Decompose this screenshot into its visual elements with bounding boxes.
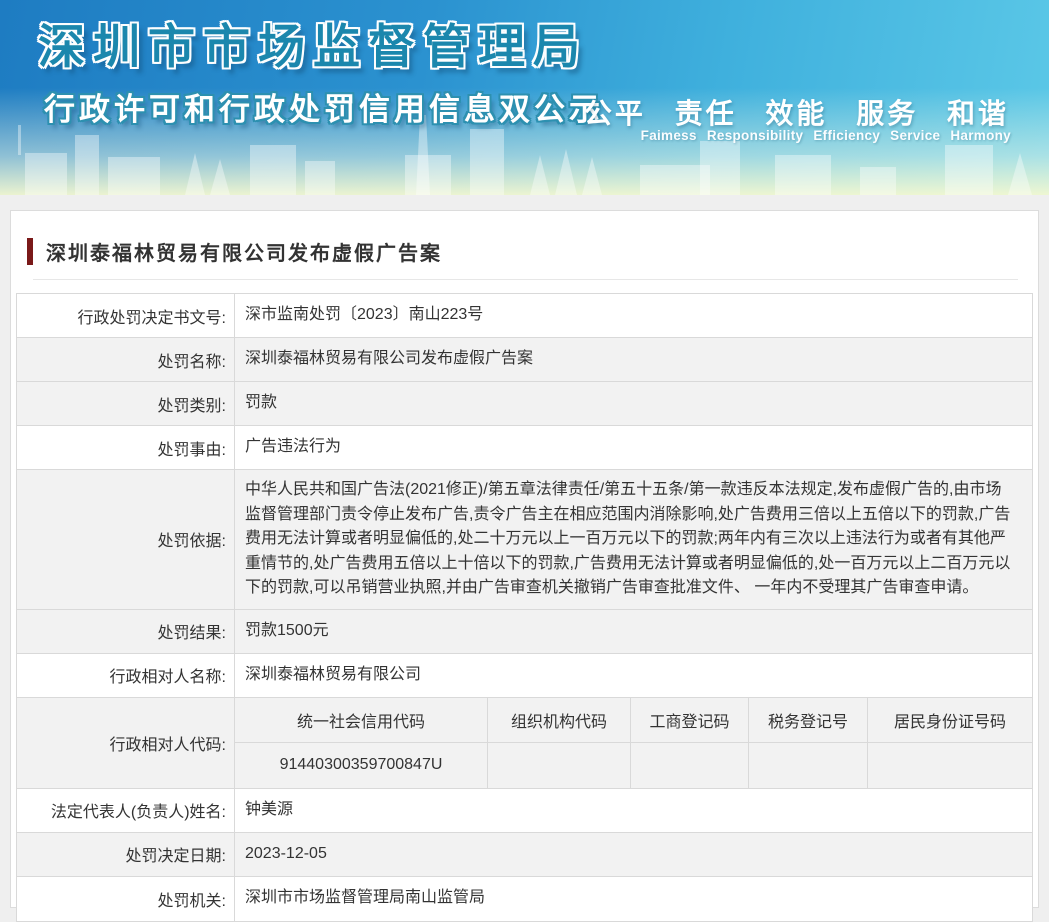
code-value-unified-credit: 91440300359700847U bbox=[235, 742, 488, 788]
org-name-title: 深圳市市场监督管理局 bbox=[38, 20, 588, 73]
row-penalty-basis: 处罚依据: 中华人民共和国广告法(2021修正)/第五章法律责任/第五十五条/第… bbox=[17, 470, 1032, 610]
row-value: 罚款1500元 bbox=[245, 621, 329, 639]
code-header-business-reg: 工商登记码 bbox=[631, 697, 749, 742]
row-penalty-name: 处罚名称: 深圳泰福林贸易有限公司发布虚假广告案 bbox=[17, 338, 1032, 382]
case-title: 深圳泰福林贸易有限公司发布虚假广告案 bbox=[46, 243, 442, 265]
row-label: 处罚类别: bbox=[17, 382, 235, 425]
row-legal-representative: 法定代表人(负责人)姓名: 钟美源 bbox=[17, 788, 1032, 833]
content-panel: 深圳泰福林贸易有限公司发布虚假广告案 行政处罚决定书文号: 深市监南处罚〔202… bbox=[10, 210, 1039, 922]
row-label: 行政相对人代码: bbox=[17, 697, 235, 788]
case-title-row: 深圳泰福林贸易有限公司发布虚假广告案 bbox=[11, 211, 1038, 266]
row-value: 钟美源 bbox=[245, 800, 294, 818]
row-penalty-reason: 处罚事由: 广告违法行为 bbox=[17, 426, 1032, 470]
row-value: 中华人民共和国广告法(2021修正)/第五章法律责任/第五十五条/第一款违反本法… bbox=[245, 481, 1011, 596]
row-value: 2023-12-05 bbox=[245, 844, 327, 862]
row-value: 广告违法行为 bbox=[245, 438, 342, 456]
row-label: 处罚结果: bbox=[17, 609, 235, 653]
code-header-tax-reg: 税务登记号 bbox=[749, 697, 868, 742]
row-label: 处罚名称: bbox=[17, 338, 235, 381]
party-codes-header-row: 统一社会信用代码 组织机构代码 工商登记码 税务登记号 居民身份证号码 bbox=[235, 697, 1032, 743]
row-value: 罚款 bbox=[245, 394, 278, 412]
code-value-tax-reg bbox=[749, 742, 868, 788]
row-label: 行政相对人名称: bbox=[17, 653, 235, 697]
row-label: 行政处罚决定书文号: bbox=[17, 294, 235, 337]
row-penalty-result: 处罚结果: 罚款1500元 bbox=[17, 609, 1032, 654]
row-value: 深圳市市场监督管理局南山监管局 bbox=[245, 889, 486, 907]
penalty-info-table: 行政处罚决定书文号: 深市监南处罚〔2023〕南山223号 处罚名称: 深圳泰福… bbox=[16, 293, 1033, 922]
row-label: 法定代表人(负责人)姓名: bbox=[17, 788, 235, 832]
code-value-id-number bbox=[868, 743, 1032, 788]
code-value-organization bbox=[488, 742, 631, 788]
code-value-business-reg bbox=[631, 742, 749, 788]
title-divider bbox=[33, 279, 1018, 280]
row-label: 处罚机关: bbox=[17, 876, 235, 921]
code-header-id-number: 居民身份证号码 bbox=[893, 713, 1006, 731]
row-decision-number: 行政处罚决定书文号: 深市监南处罚〔2023〕南山223号 bbox=[17, 294, 1032, 338]
banner-subtitle: 行政许可和行政处罚信用信息双公示 bbox=[44, 92, 604, 127]
row-value: 深圳泰福林贸易有限公司发布虚假广告案 bbox=[245, 350, 534, 368]
code-header-unified-credit: 统一社会信用代码 bbox=[235, 697, 488, 742]
party-codes-value-row: 91440300359700847U bbox=[235, 742, 1032, 788]
row-label: 处罚依据: bbox=[17, 470, 235, 609]
row-party-codes: 行政相对人代码: 统一社会信用代码 组织机构代码 工商登记码 税务登记号 居民身… bbox=[17, 697, 1032, 789]
row-party-name: 行政相对人名称: 深圳泰福林贸易有限公司 bbox=[17, 653, 1032, 698]
slogan-english: Faimess Responsibility Efficiency Servic… bbox=[640, 128, 1011, 143]
party-codes-grid: 统一社会信用代码 组织机构代码 工商登记码 税务登记号 居民身份证号码 9144… bbox=[235, 697, 1032, 788]
slogan-chinese: 公平 责任 效能 服务 和谐 bbox=[583, 98, 1009, 129]
row-label: 处罚决定日期: bbox=[17, 832, 235, 876]
row-decision-date: 处罚决定日期: 2023-12-05 bbox=[17, 832, 1032, 877]
row-penalty-category: 处罚类别: 罚款 bbox=[17, 382, 1032, 426]
row-value: 深市监南处罚〔2023〕南山223号 bbox=[245, 306, 484, 324]
code-header-organization: 组织机构代码 bbox=[488, 697, 631, 742]
row-penalty-authority: 处罚机关: 深圳市市场监督管理局南山监管局 bbox=[17, 876, 1032, 921]
title-marker-bar bbox=[27, 238, 33, 265]
site-banner: 深圳市市场监督管理局 行政许可和行政处罚信用信息双公示 公平 责任 效能 服务 … bbox=[0, 0, 1049, 195]
row-value: 深圳泰福林贸易有限公司 bbox=[245, 665, 422, 683]
row-label: 处罚事由: bbox=[17, 426, 235, 469]
